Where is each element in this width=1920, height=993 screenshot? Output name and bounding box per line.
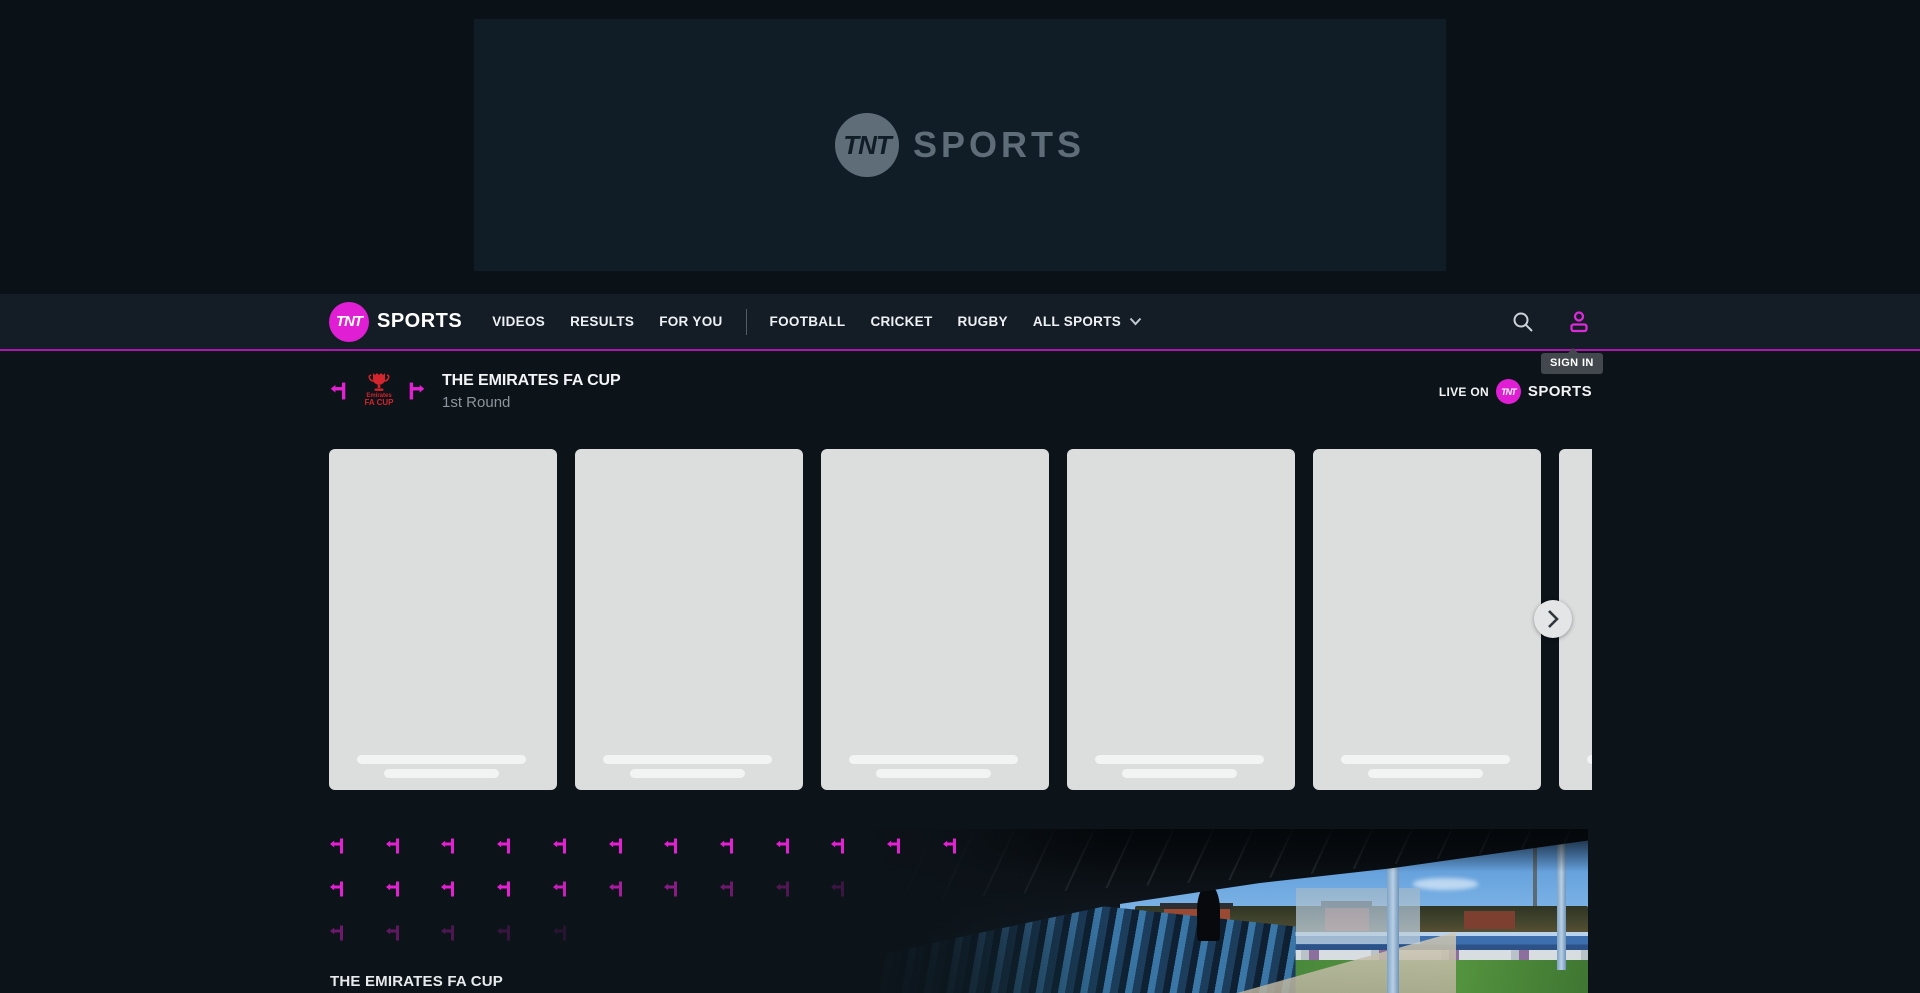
ad-tnt-sports-logo: TNT SPORTS — [835, 113, 1085, 177]
skeleton-line — [603, 755, 772, 764]
tnt-logo-icon: TNT — [329, 302, 369, 342]
skeleton-line — [1368, 769, 1483, 778]
fixture-card-skeleton[interactable] — [1313, 449, 1541, 790]
next-round-arrow[interactable] — [408, 382, 426, 400]
skeleton-line — [1122, 769, 1237, 778]
ad-logo-suffix: SPORTS — [913, 124, 1085, 166]
live-on-suffix: SPORTS — [1528, 383, 1592, 400]
skeleton-line — [630, 769, 745, 778]
fa-logo-text-fa-cup: FA CUP — [364, 399, 393, 407]
bracket-connector-icon — [609, 838, 622, 854]
bracket-connector-icon — [720, 838, 733, 854]
tooltip-caret — [1567, 348, 1579, 354]
bracket-connector-icon — [497, 925, 510, 941]
nav-item-football[interactable]: FOOTBALL — [770, 314, 846, 329]
bracket-connector-icon — [609, 881, 622, 897]
chevron-right-icon — [1546, 609, 1560, 629]
fixture-card-skeleton[interactable] — [821, 449, 1049, 790]
bracket-connector-icon — [497, 881, 510, 897]
skeleton-line — [849, 755, 1018, 764]
bracket-connector-icon — [831, 838, 844, 854]
search-icon — [1511, 310, 1535, 334]
bracket-connector-icon — [497, 838, 510, 854]
brand-suffix: SPORTS — [377, 310, 462, 333]
live-on-label: LIVE ON — [1439, 385, 1489, 399]
skeleton-line — [384, 769, 499, 778]
bracket-connector-icon — [664, 881, 677, 897]
section-heading: THE EMIRATES FA CUP — [330, 973, 503, 990]
competition-round: 1st Round — [442, 394, 621, 411]
skeleton-line — [1587, 755, 1592, 764]
spectator-silhouette — [1197, 885, 1220, 941]
nav-divider — [746, 309, 747, 335]
bracket-connector-icon — [441, 925, 454, 941]
bracket-connector-icon — [831, 881, 844, 897]
nav-item-rugby[interactable]: RUGBY — [958, 314, 1008, 329]
bracket-connector-icon — [664, 838, 677, 854]
nav-item-all-sports[interactable]: ALL SPORTS — [1033, 314, 1142, 329]
fixture-card-skeleton[interactable] — [1067, 449, 1295, 790]
skeleton-line — [1341, 755, 1510, 764]
competition-title: THE EMIRATES FA CUP — [442, 372, 621, 390]
bracket-connector-icon — [386, 925, 399, 941]
bracket-connector-icon — [553, 925, 566, 941]
bracket-connector-icon — [441, 838, 454, 854]
fixture-card-skeleton[interactable] — [329, 449, 557, 790]
navbar: TNT SPORTS VIDEOS RESULTS FOR YOU FOOTBALL… — [0, 294, 1920, 351]
all-sports-label: ALL SPORTS — [1033, 314, 1121, 329]
bracket-connector-icon — [441, 881, 454, 897]
nav-item-videos[interactable]: VIDEOS — [492, 314, 545, 329]
person-icon — [1567, 310, 1591, 334]
bracket-connector-icon — [330, 838, 343, 854]
nav-item-cricket[interactable]: CRICKET — [870, 314, 932, 329]
search-button[interactable] — [1510, 309, 1536, 335]
tnt-sports-home-logo[interactable]: TNT SPORTS — [329, 302, 462, 342]
nav-primary-list: VIDEOS RESULTS FOR YOU — [492, 314, 722, 329]
live-on-badge: LIVE ON TNT SPORTS — [1439, 379, 1592, 404]
tnt-logo-icon: TNT — [835, 113, 899, 177]
fixtures-carousel — [329, 449, 1592, 790]
account-button[interactable] — [1566, 309, 1592, 335]
bracket-connector-icon — [553, 881, 566, 897]
bracket-connector-icon — [553, 838, 566, 854]
chevron-down-icon — [1129, 317, 1142, 326]
skeleton-line — [357, 755, 526, 764]
page: TNT SPORTS TNT SPORTS VIDEOS RESULTS FOR Y… — [0, 0, 1920, 993]
bracket-connector-icon — [330, 925, 343, 941]
sign-in-tooltip[interactable]: SIGN IN — [1541, 353, 1603, 374]
bracket-connector-icon — [943, 838, 956, 854]
nav-item-for-you[interactable]: FOR YOU — [659, 314, 722, 329]
carousel-next-button[interactable] — [1534, 600, 1572, 638]
skeleton-line — [1095, 755, 1264, 764]
stadium-photo — [857, 829, 1588, 993]
previous-round-arrow[interactable] — [329, 382, 347, 400]
bracket-connector-icon — [330, 881, 343, 897]
bracket-connector-icon — [887, 838, 900, 854]
tnt-logo-icon: TNT — [1496, 379, 1521, 404]
bracket-connector-icon — [720, 881, 733, 897]
bracket-connector-icon — [776, 838, 789, 854]
skeleton-line — [876, 769, 991, 778]
fa-cup-trophy-icon — [367, 371, 391, 393]
bracket-connector-icon — [386, 881, 399, 897]
nav-sports-list: FOOTBALL CRICKET RUGBY — [770, 314, 1008, 329]
nav-item-results[interactable]: RESULTS — [570, 314, 634, 329]
ad-slot[interactable]: TNT SPORTS — [474, 19, 1446, 271]
fixture-card-skeleton[interactable] — [575, 449, 803, 790]
bracket-connector-icon — [776, 881, 789, 897]
sign-in-label: SIGN IN — [1550, 357, 1594, 369]
bracket-connector-icon — [386, 838, 399, 854]
fa-cup-logo: Emirates FA CUP — [358, 371, 400, 413]
ad-band: TNT SPORTS — [0, 0, 1920, 294]
